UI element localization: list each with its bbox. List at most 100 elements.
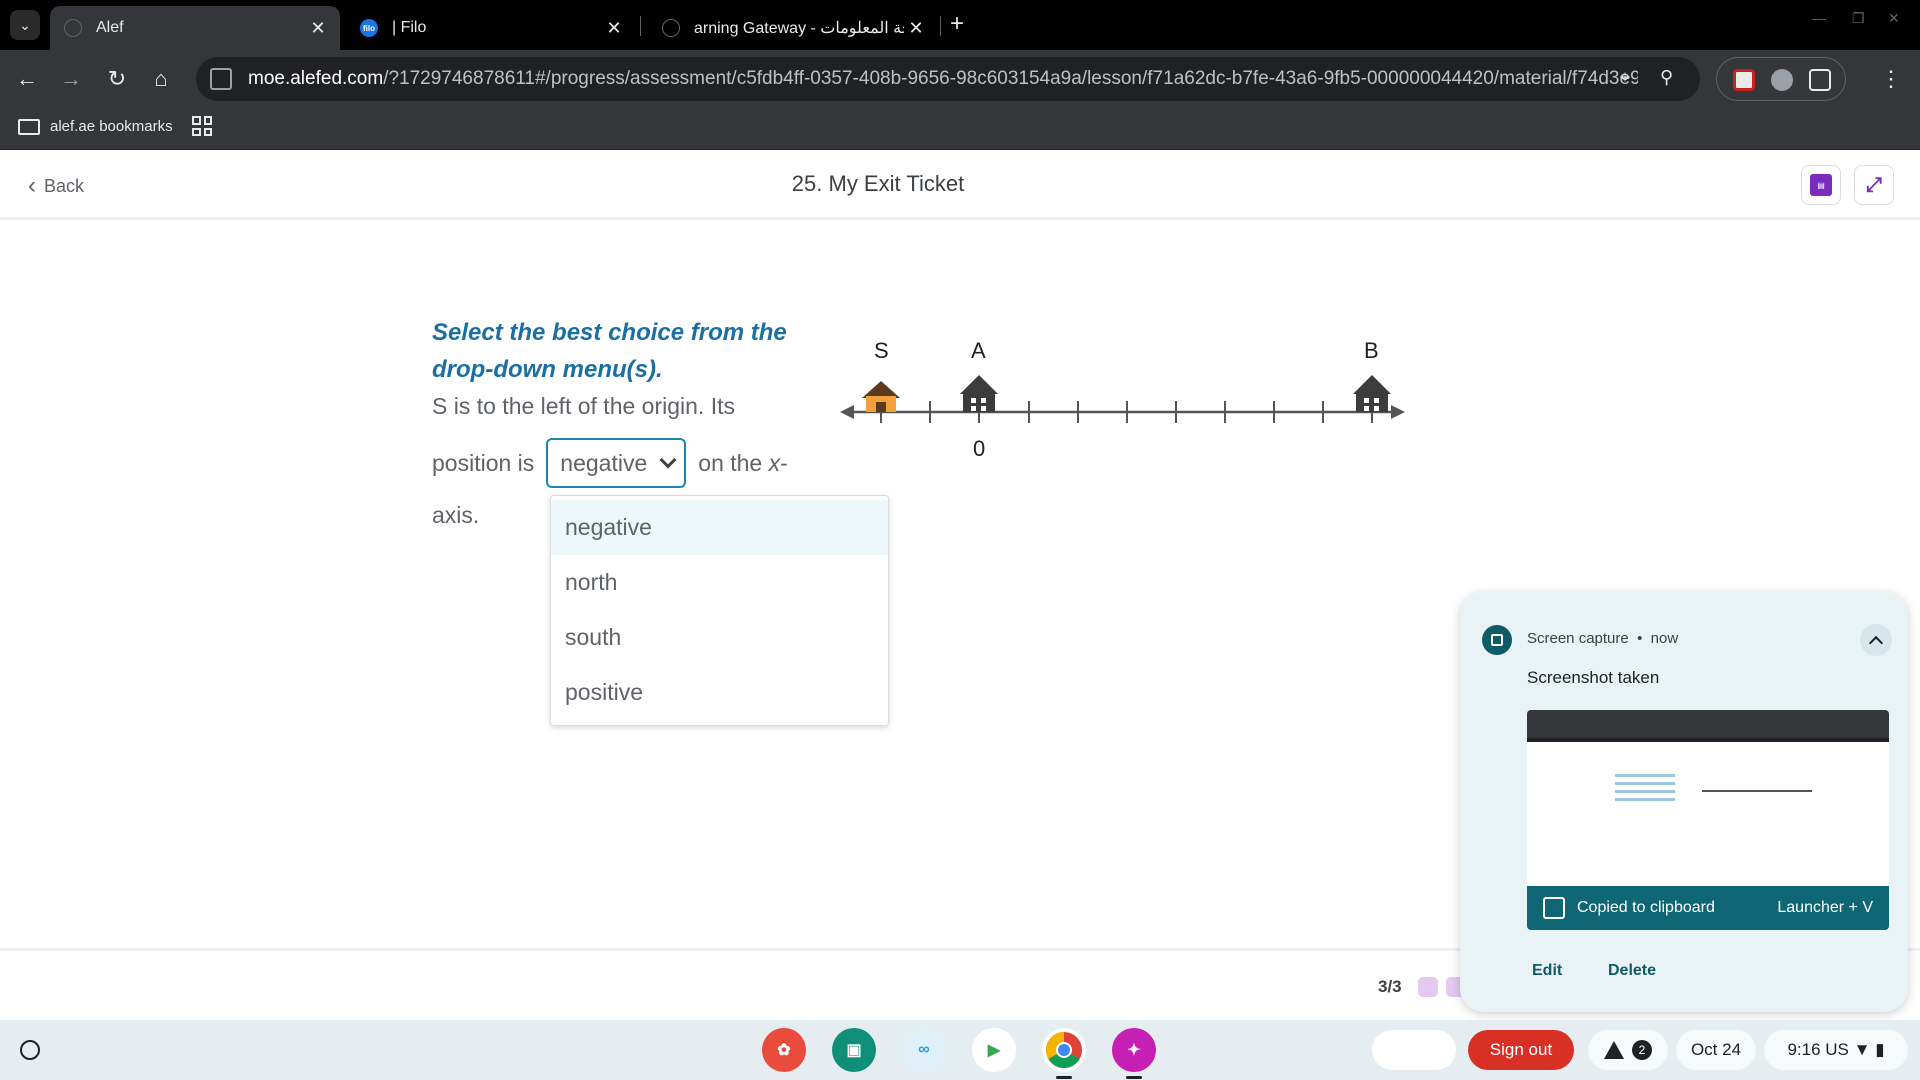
question-dash: - [780, 449, 788, 476]
url-text[interactable]: moe.alefed.com/?1729746878611#/progress/… [248, 68, 1638, 90]
launcher-icon[interactable] [20, 1040, 40, 1060]
battery-icon: ▮ [1875, 1040, 1885, 1059]
restore-icon[interactable]: ❐ [1852, 10, 1865, 27]
pager-dot[interactable] [1418, 977, 1438, 997]
forward-arrow-icon[interactable]: → [54, 62, 88, 96]
clipboard-banner: Copied to clipboard Launcher + V [1527, 886, 1889, 930]
screenshot-notification: Screen capture • now Screenshot taken Co… [1460, 592, 1908, 1012]
url-path: /?1729746878611#/progress/assessment/c5f… [383, 68, 1638, 89]
house-a-icon [960, 375, 998, 412]
question-text-after: on the [698, 449, 763, 476]
bookmark-folder[interactable]: alef.ae bookmarks [18, 118, 173, 135]
dropdown-option-north[interactable]: north [551, 555, 888, 610]
answer-dropdown[interactable]: negative [546, 438, 687, 488]
reader-icon: ▤ [1810, 174, 1832, 196]
close-window-icon[interactable]: ✕ [1888, 10, 1900, 27]
clipboard-text: Copied to clipboard [1577, 899, 1715, 916]
more-menu-icon[interactable]: ⋮ [1880, 66, 1902, 92]
immersive-reader-button[interactable]: ▤ [1801, 165, 1841, 205]
tab-alef[interactable]: Alef ✕ [50, 6, 340, 50]
question-text-before: position is [432, 449, 535, 476]
question-instruction: Select the best choice from the drop-dow… [432, 319, 787, 383]
reload-icon[interactable]: ↻ [100, 62, 134, 96]
holding-space-tray[interactable] [1372, 1030, 1456, 1070]
browser-tab-strip: ⌄ Alef ✕ filo | Filo ✕ arning Gateway - … [0, 0, 1920, 50]
apps-grid-icon[interactable] [192, 116, 212, 136]
x-variable: x [768, 449, 781, 476]
cast-extension-icon[interactable] [1733, 69, 1755, 91]
edit-button[interactable]: Edit [1532, 962, 1562, 980]
fullscreen-button[interactable]: ⤢ [1854, 165, 1894, 205]
system-shelf: ✿ ▣ ∞ ▶ ✦ Sign out 2 Oct 24 9:16 US ▼ ▮ [0, 1020, 1920, 1080]
clock-time: 9:16 [1787, 1040, 1821, 1059]
link-app-icon[interactable]: ∞ [902, 1028, 946, 1072]
tab-search-button[interactable]: ⌄ [10, 10, 40, 40]
expand-icon: ⤢ [1866, 173, 1882, 196]
question-text-end: axis. [432, 502, 480, 528]
minimize-icon[interactable]: — [1812, 10, 1826, 26]
back-arrow-icon[interactable]: ← [10, 62, 44, 96]
puzzle-extensions-icon[interactable] [1809, 69, 1831, 91]
canvas-app-icon[interactable]: ✦ [1112, 1028, 1156, 1072]
pager-count: 3/3 [1378, 977, 1402, 996]
chevron-down-icon [659, 451, 677, 469]
sign-out-button[interactable]: Sign out [1468, 1030, 1574, 1070]
new-tab-button[interactable]: + [950, 10, 964, 38]
tab-separator [640, 16, 641, 36]
location-pin-icon[interactable]: ⌖ [1620, 67, 1630, 88]
close-icon[interactable]: ✕ [904, 18, 928, 39]
screenshot-thumbnail[interactable] [1527, 710, 1889, 886]
paint-app-icon[interactable]: ✿ [762, 1028, 806, 1072]
wifi-icon: ▼ [1853, 1040, 1871, 1059]
close-icon[interactable]: ✕ [602, 18, 626, 39]
site-info-icon[interactable] [210, 68, 232, 90]
dropdown-option-south[interactable]: south [551, 610, 888, 665]
number-line-svg [840, 375, 1405, 423]
zoom-icon[interactable]: ⚲ [1660, 67, 1673, 88]
notification-count: 2 [1632, 1040, 1652, 1060]
clipboard-icon [1543, 897, 1565, 919]
bookmarks-bar: alef.ae bookmarks [0, 108, 1920, 150]
home-icon[interactable]: ⌂ [144, 62, 178, 96]
question-block: Select the best choice from the drop-dow… [432, 314, 822, 425]
dropdown-selected-value: negative [560, 449, 648, 476]
address-bar[interactable]: moe.alefed.com/?1729746878611#/progress/… [196, 57, 1700, 101]
question-text: S is to the left of the origin. Its [432, 393, 735, 419]
arrow-right-icon [1391, 405, 1405, 419]
close-icon[interactable]: ✕ [306, 18, 330, 39]
origin-label: 0 [973, 436, 986, 461]
system-tray[interactable]: 9:16 US ▼ ▮ [1764, 1030, 1908, 1070]
chrome-icon[interactable] [1042, 1028, 1086, 1072]
collapse-button[interactable] [1860, 624, 1892, 656]
point-label-s: S [874, 338, 889, 363]
input-locale: US [1825, 1040, 1849, 1059]
tab-filo[interactable]: filo | Filo ✕ [346, 6, 636, 50]
page-title: 25. My Exit Ticket [791, 171, 965, 196]
screen-capture-icon [1482, 625, 1512, 655]
clipboard-shortcut: Launcher + V [1777, 899, 1873, 916]
dropdown-menu: negative north south positive [550, 495, 889, 726]
dropdown-option-positive[interactable]: positive [551, 665, 888, 720]
dropdown-option-negative[interactable]: negative [551, 500, 888, 555]
screen-recorder-icon[interactable] [1771, 69, 1793, 91]
date-tray[interactable]: Oct 24 [1676, 1030, 1756, 1070]
notification-tray[interactable]: 2 [1588, 1030, 1668, 1070]
point-label-b: B [1364, 338, 1379, 363]
play-store-icon[interactable]: ▶ [972, 1028, 1016, 1072]
tab-separator [940, 16, 941, 36]
house-s-icon [862, 381, 900, 412]
delete-button[interactable]: Delete [1608, 962, 1656, 980]
notification-source: Screen capture • now [1527, 630, 1679, 647]
chevron-up-icon [1868, 635, 1884, 650]
notification-app-name: Screen capture [1527, 630, 1629, 647]
gateway-favicon-icon [662, 19, 680, 37]
warning-icon [1604, 1041, 1624, 1059]
notification-time: now [1650, 630, 1679, 647]
classroom-app-icon[interactable]: ▣ [832, 1028, 876, 1072]
tab-learning-gateway[interactable]: arning Gateway - لوحة المعلومات ✕ [648, 6, 938, 50]
tab-title: Alef [96, 19, 124, 36]
house-b-icon [1353, 375, 1391, 412]
running-indicator [1126, 1076, 1142, 1079]
question-answer-line: position is negative on the x- [432, 438, 788, 488]
browser-toolbar: ← → ↻ ⌂ moe.alefed.com/?1729746878611#/p… [0, 50, 1920, 108]
